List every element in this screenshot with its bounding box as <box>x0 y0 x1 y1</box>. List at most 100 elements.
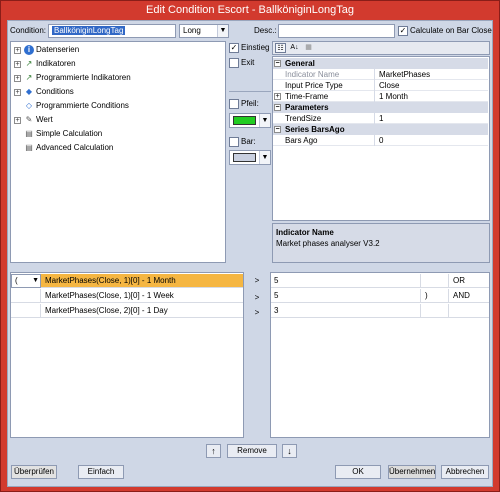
bar-color-picker[interactable]: ▼ <box>229 150 271 165</box>
category-general[interactable]: − General <box>273 58 488 69</box>
condition-expression[interactable]: MarketPhases(Close, 1)[0] - 1 Week <box>42 289 242 303</box>
close-paren-value[interactable] <box>422 274 449 288</box>
arrow-up-icon: ↑ <box>211 446 216 456</box>
categorized-view-icon[interactable]: ☷ <box>275 43 286 53</box>
calculation-icon: ▤ <box>25 143 33 152</box>
property-grid-toolbar: ☷ A↓ ▦ <box>272 41 490 55</box>
collapse-icon[interactable]: − <box>274 60 281 67</box>
calc-on-bar-close-label: Calculate on Bar Close <box>410 26 492 35</box>
arrow-down-icon: ↓ <box>287 446 292 456</box>
value-row[interactable]: 5 OR <box>271 274 489 288</box>
expand-icon[interactable]: + <box>14 75 21 82</box>
calculation-icon: ▤ <box>25 129 33 138</box>
expand-icon[interactable]: + <box>14 61 21 68</box>
property-value[interactable]: 1 <box>377 113 485 124</box>
property-description-pane: Indicator Name Market phases analyser V3… <box>272 223 490 263</box>
open-paren-value[interactable] <box>11 289 41 303</box>
close-paren-value[interactable]: ) <box>422 289 449 303</box>
sort-alphabetical-icon[interactable]: A↓ <box>289 43 300 53</box>
category-label: Series BarsAgo <box>285 125 345 134</box>
expand-icon[interactable]: + <box>14 89 21 96</box>
indicator-icon: ↗ <box>25 59 33 68</box>
value-icon: ✎ <box>25 115 33 124</box>
property-row-bars-ago[interactable]: Bars Ago 0 <box>273 135 488 146</box>
einstieg-checkbox[interactable]: ✓ <box>229 43 239 53</box>
description-input[interactable] <box>278 24 395 38</box>
property-row-input-price-type[interactable]: Input Price Type Close <box>273 80 488 91</box>
direction-select[interactable]: Long ▼ <box>179 24 229 38</box>
compare-value[interactable]: 5 <box>271 274 421 288</box>
open-paren-select[interactable]: ( ▼ <box>11 274 41 288</box>
ueberpruefen-button[interactable]: Überprüfen <box>11 465 57 479</box>
chevron-down-icon[interactable]: ▼ <box>217 25 228 37</box>
einfach-button[interactable]: Einfach <box>78 465 124 479</box>
category-series-barsago[interactable]: − Series BarsAgo <box>273 124 488 135</box>
property-value: MarketPhases <box>379 70 431 79</box>
tree-item-label: Conditions <box>36 87 74 96</box>
chevron-down-icon[interactable]: ▼ <box>259 151 270 164</box>
close-paren-value[interactable] <box>422 304 449 318</box>
logic-operator[interactable]: OR <box>450 274 488 288</box>
abbrechen-button[interactable]: Abbrechen <box>441 465 489 479</box>
condition-expression[interactable]: MarketPhases(Close, 1)[0] - 1 Month <box>42 274 242 288</box>
uebernehmen-button[interactable]: Übernehmen <box>388 465 436 479</box>
condition-label: Condition: <box>10 26 47 35</box>
bar-color-swatch <box>233 153 256 162</box>
value-row[interactable]: 3 <box>271 304 489 318</box>
window-title: Edit Condition Escort - BallköniginLongT… <box>1 1 499 20</box>
property-name: Indicator Name <box>283 69 375 80</box>
desc-label: Desc.: <box>254 26 277 35</box>
condition-expression-list: ( ▼ MarketPhases(Close, 1)[0] - 1 Month … <box>10 272 244 438</box>
expand-icon[interactable]: + <box>14 117 21 124</box>
pfeil-color-picker[interactable]: ▼ <box>229 113 271 128</box>
open-paren-value[interactable] <box>11 304 41 318</box>
property-value[interactable]: Close <box>377 80 485 91</box>
exit-label: Exit <box>241 58 255 67</box>
property-row-trendsize[interactable]: TrendSize 1 <box>273 113 488 124</box>
remove-button[interactable]: Remove <box>227 444 277 458</box>
compare-value[interactable]: 3 <box>271 304 421 318</box>
pfeil-color-swatch <box>233 116 256 125</box>
tree-item-label: Programmierte Indikatoren <box>36 73 131 82</box>
chevron-down-icon[interactable]: ▼ <box>259 114 270 127</box>
collapse-icon[interactable]: − <box>274 104 281 111</box>
comparator-operator[interactable]: > <box>252 293 262 303</box>
tree-item-label: Simple Calculation <box>36 129 103 138</box>
bar-label: Bar: <box>241 137 256 146</box>
property-value[interactable]: 0 <box>377 135 485 146</box>
logic-operator[interactable]: AND <box>450 289 488 303</box>
condition-expression[interactable]: MarketPhases(Close, 2)[0] - 1 Day <box>42 304 242 318</box>
condition-row[interactable]: ( ▼ MarketPhases(Close, 1)[0] - 1 Month <box>11 274 243 288</box>
move-up-button[interactable]: ↑ <box>206 444 221 458</box>
property-row-time-frame[interactable]: + Time-Frame 1 Month <box>273 91 488 102</box>
move-down-button[interactable]: ↓ <box>282 444 297 458</box>
ok-button[interactable]: OK <box>335 465 381 479</box>
property-pages-icon[interactable]: ▦ <box>303 43 314 53</box>
category-label: General <box>285 59 315 68</box>
property-value[interactable]: 1 Month <box>377 91 485 102</box>
comparator-operator[interactable]: > <box>252 276 262 286</box>
open-paren-value: ( <box>15 276 18 285</box>
property-row-indicator-name[interactable]: Indicator Name MarketPhases <box>273 69 488 80</box>
expand-icon[interactable]: + <box>14 47 21 54</box>
pfeil-checkbox[interactable] <box>229 99 239 109</box>
condition-row[interactable]: MarketPhases(Close, 1)[0] - 1 Week <box>11 289 243 303</box>
value-row[interactable]: 5 ) AND <box>271 289 489 303</box>
compare-value[interactable]: 5 <box>271 289 421 303</box>
description-text: Market phases analyser V3.2 <box>276 239 380 248</box>
condition-row[interactable]: MarketPhases(Close, 2)[0] - 1 Day <box>11 304 243 318</box>
chevron-down-icon[interactable]: ▼ <box>32 275 39 287</box>
exit-checkbox[interactable] <box>229 58 239 68</box>
info-icon: i <box>24 45 34 55</box>
tree-item-label: Wert <box>36 115 53 124</box>
collapse-icon[interactable]: − <box>274 126 281 133</box>
property-name: Input Price Type <box>283 80 375 91</box>
condition-name-input[interactable]: BallköniginLongTag <box>48 24 176 38</box>
comparator-operator[interactable]: > <box>252 308 262 318</box>
category-parameters[interactable]: − Parameters <box>273 102 488 113</box>
bar-checkbox[interactable] <box>229 137 239 147</box>
programmed-indicator-icon: ↗ <box>25 73 33 82</box>
expand-icon[interactable]: + <box>274 93 281 100</box>
calc-on-bar-close-checkbox[interactable]: ✓ <box>398 26 408 36</box>
logic-operator[interactable] <box>450 304 488 318</box>
